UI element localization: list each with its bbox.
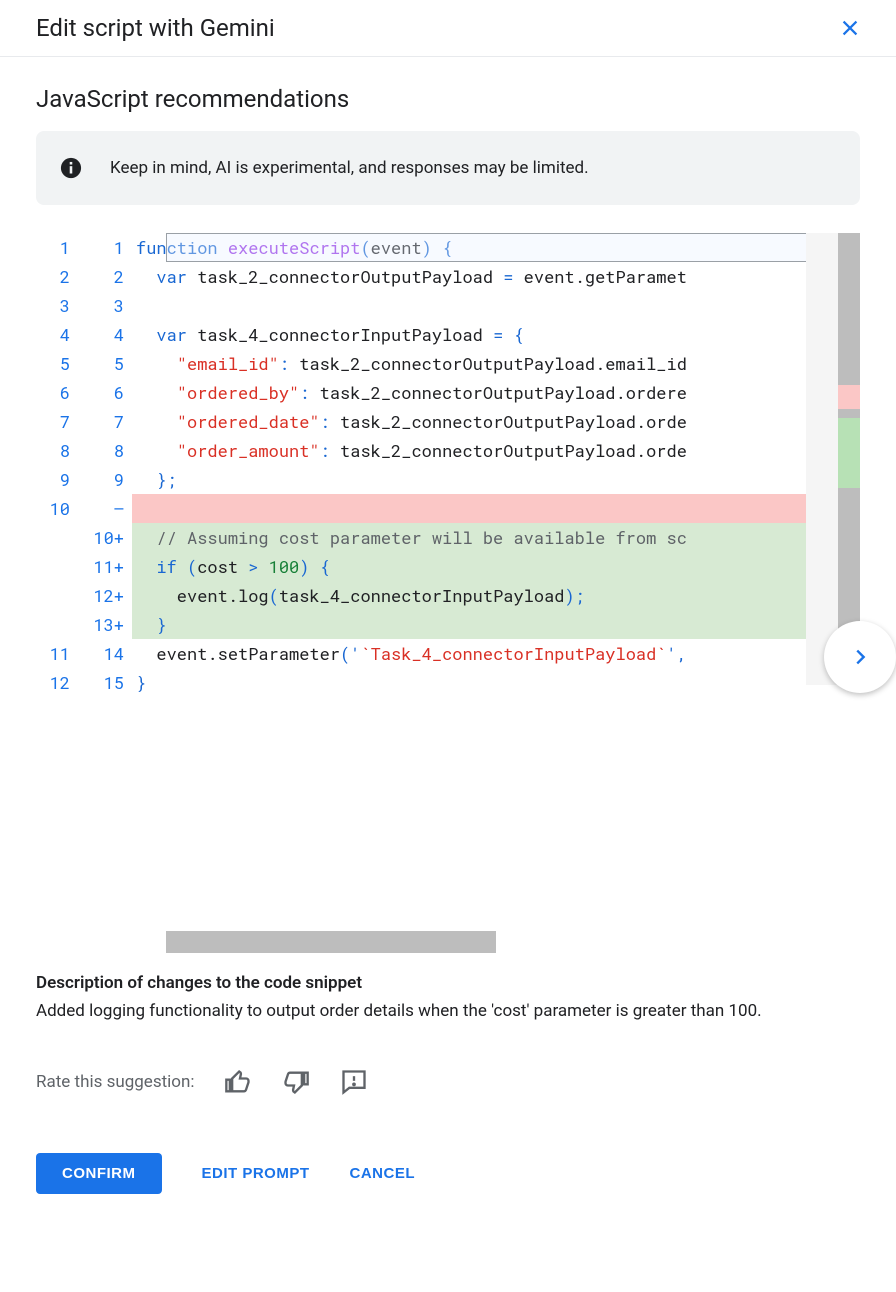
rate-label: Rate this suggestion: <box>36 1072 195 1092</box>
close-icon <box>839 17 861 39</box>
description-body: Added logging functionality to output or… <box>36 999 860 1025</box>
gutter-old: 2 <box>36 262 80 291</box>
code-line-content: "ordered_by": task_2_connectorOutputPayl… <box>132 378 860 407</box>
gutter-new: — <box>80 494 132 523</box>
code-diff[interactable]: 11function executeScript(event) {22 var … <box>36 233 860 953</box>
gutter-old: 3 <box>36 291 80 320</box>
code-line-content: "email_id": task_2_connectorOutputPayloa… <box>132 349 860 378</box>
code-line-content <box>132 494 860 523</box>
cancel-button[interactable]: CANCEL <box>350 1165 416 1182</box>
horizontal-scrollbar[interactable] <box>166 931 496 953</box>
gutter-old: 9 <box>36 465 80 494</box>
gutter-old: 6 <box>36 378 80 407</box>
rate-row: Rate this suggestion: <box>36 1067 860 1097</box>
gutter-new: 4 <box>80 320 132 349</box>
code-line: 77 "ordered_date": task_2_connectorOutpu… <box>36 407 860 436</box>
gutter-old: 8 <box>36 436 80 465</box>
code-line: 33 <box>36 291 860 320</box>
code-line-content: function executeScript(event) { <box>132 233 860 262</box>
code-line-content: event.log(task_4_connectorInputPayload); <box>132 581 860 610</box>
gutter-new: 12+ <box>80 581 132 610</box>
thumbs-down-icon <box>282 1068 310 1096</box>
action-buttons: CONFIRM EDIT PROMPT CANCEL <box>36 1153 860 1194</box>
gutter-old <box>36 552 80 581</box>
info-icon <box>60 157 82 179</box>
gutter-new: 9 <box>80 465 132 494</box>
gutter-old: 1 <box>36 233 80 262</box>
code-line: 66 "ordered_by": task_2_connectorOutputP… <box>36 378 860 407</box>
gutter-new: 7 <box>80 407 132 436</box>
next-button[interactable] <box>824 621 896 693</box>
gutter-new: 14 <box>80 639 132 668</box>
code-line-content: } <box>132 610 860 639</box>
close-button[interactable] <box>838 16 862 40</box>
code-line-content: if (cost > 100) { <box>132 552 860 581</box>
code-line: 22 var task_2_connectorOutputPayload = e… <box>36 262 860 291</box>
code-line-content: var task_4_connectorInputPayload = { <box>132 320 860 349</box>
section-heading: JavaScript recommendations <box>36 85 860 113</box>
gutter-new: 5 <box>80 349 132 378</box>
gutter-old: 7 <box>36 407 80 436</box>
code-line: 44 var task_4_connectorInputPayload = { <box>36 320 860 349</box>
minimap-gutter <box>806 233 838 685</box>
code-line: 1114 event.setParameter('`Task_4_connect… <box>36 639 860 668</box>
code-line: 10+ // Assuming cost parameter will be a… <box>36 523 860 552</box>
gutter-new: 10+ <box>80 523 132 552</box>
chevron-right-icon <box>849 646 871 668</box>
info-banner-text: Keep in mind, AI is experimental, and re… <box>110 158 589 178</box>
gutter-new: 15 <box>80 668 132 697</box>
gutter-old <box>36 581 80 610</box>
code-line-content: } <box>132 668 860 697</box>
report-icon <box>340 1068 368 1096</box>
gutter-old: 10 <box>36 494 80 523</box>
code-line: 55 "email_id": task_2_connectorOutputPay… <box>36 349 860 378</box>
gutter-old <box>36 523 80 552</box>
code-line-content: // Assuming cost parameter will be avail… <box>132 523 860 552</box>
report-button[interactable] <box>339 1067 369 1097</box>
code-line-content: }; <box>132 465 860 494</box>
code-diff-wrapper: 11function executeScript(event) {22 var … <box>36 233 860 953</box>
gutter-new: 3 <box>80 291 132 320</box>
info-banner: Keep in mind, AI is experimental, and re… <box>36 131 860 205</box>
code-line: 88 "order_amount": task_2_connectorOutpu… <box>36 436 860 465</box>
code-line: 1215} <box>36 668 860 697</box>
code-line: 11+ if (cost > 100) { <box>36 552 860 581</box>
thumbs-up-button[interactable] <box>223 1067 253 1097</box>
dialog-title: Edit script with Gemini <box>36 14 275 42</box>
gutter-old: 4 <box>36 320 80 349</box>
gutter-old <box>36 610 80 639</box>
code-line: 10— <box>36 494 860 523</box>
code-line-content <box>132 291 860 320</box>
gutter-new: 1 <box>80 233 132 262</box>
gutter-old: 11 <box>36 639 80 668</box>
gutter-new: 11+ <box>80 552 132 581</box>
confirm-button[interactable]: CONFIRM <box>36 1153 162 1194</box>
minimap-deletion-marker <box>838 385 860 409</box>
description-heading: Description of changes to the code snipp… <box>36 973 860 993</box>
dialog-header: Edit script with Gemini <box>0 0 896 57</box>
code-line: 11function executeScript(event) { <box>36 233 860 262</box>
thumbs-down-button[interactable] <box>281 1067 311 1097</box>
thumbs-up-icon <box>224 1068 252 1096</box>
gutter-new: 13+ <box>80 610 132 639</box>
gutter-old: 5 <box>36 349 80 378</box>
gutter-new: 2 <box>80 262 132 291</box>
code-line-content: "ordered_date": task_2_connectorOutputPa… <box>132 407 860 436</box>
code-line: 13+ } <box>36 610 860 639</box>
code-line-content: event.setParameter('`Task_4_connectorInp… <box>132 639 860 668</box>
gutter-new: 6 <box>80 378 132 407</box>
code-line: 99 }; <box>36 465 860 494</box>
code-line-content: var task_2_connectorOutputPayload = even… <box>132 262 860 291</box>
edit-prompt-button[interactable]: EDIT PROMPT <box>202 1165 310 1182</box>
gutter-old: 12 <box>36 668 80 697</box>
minimap-addition-marker <box>838 418 860 488</box>
code-line-content: "order_amount": task_2_connectorOutputPa… <box>132 436 860 465</box>
code-line: 12+ event.log(task_4_connectorInputPaylo… <box>36 581 860 610</box>
gutter-new: 8 <box>80 436 132 465</box>
